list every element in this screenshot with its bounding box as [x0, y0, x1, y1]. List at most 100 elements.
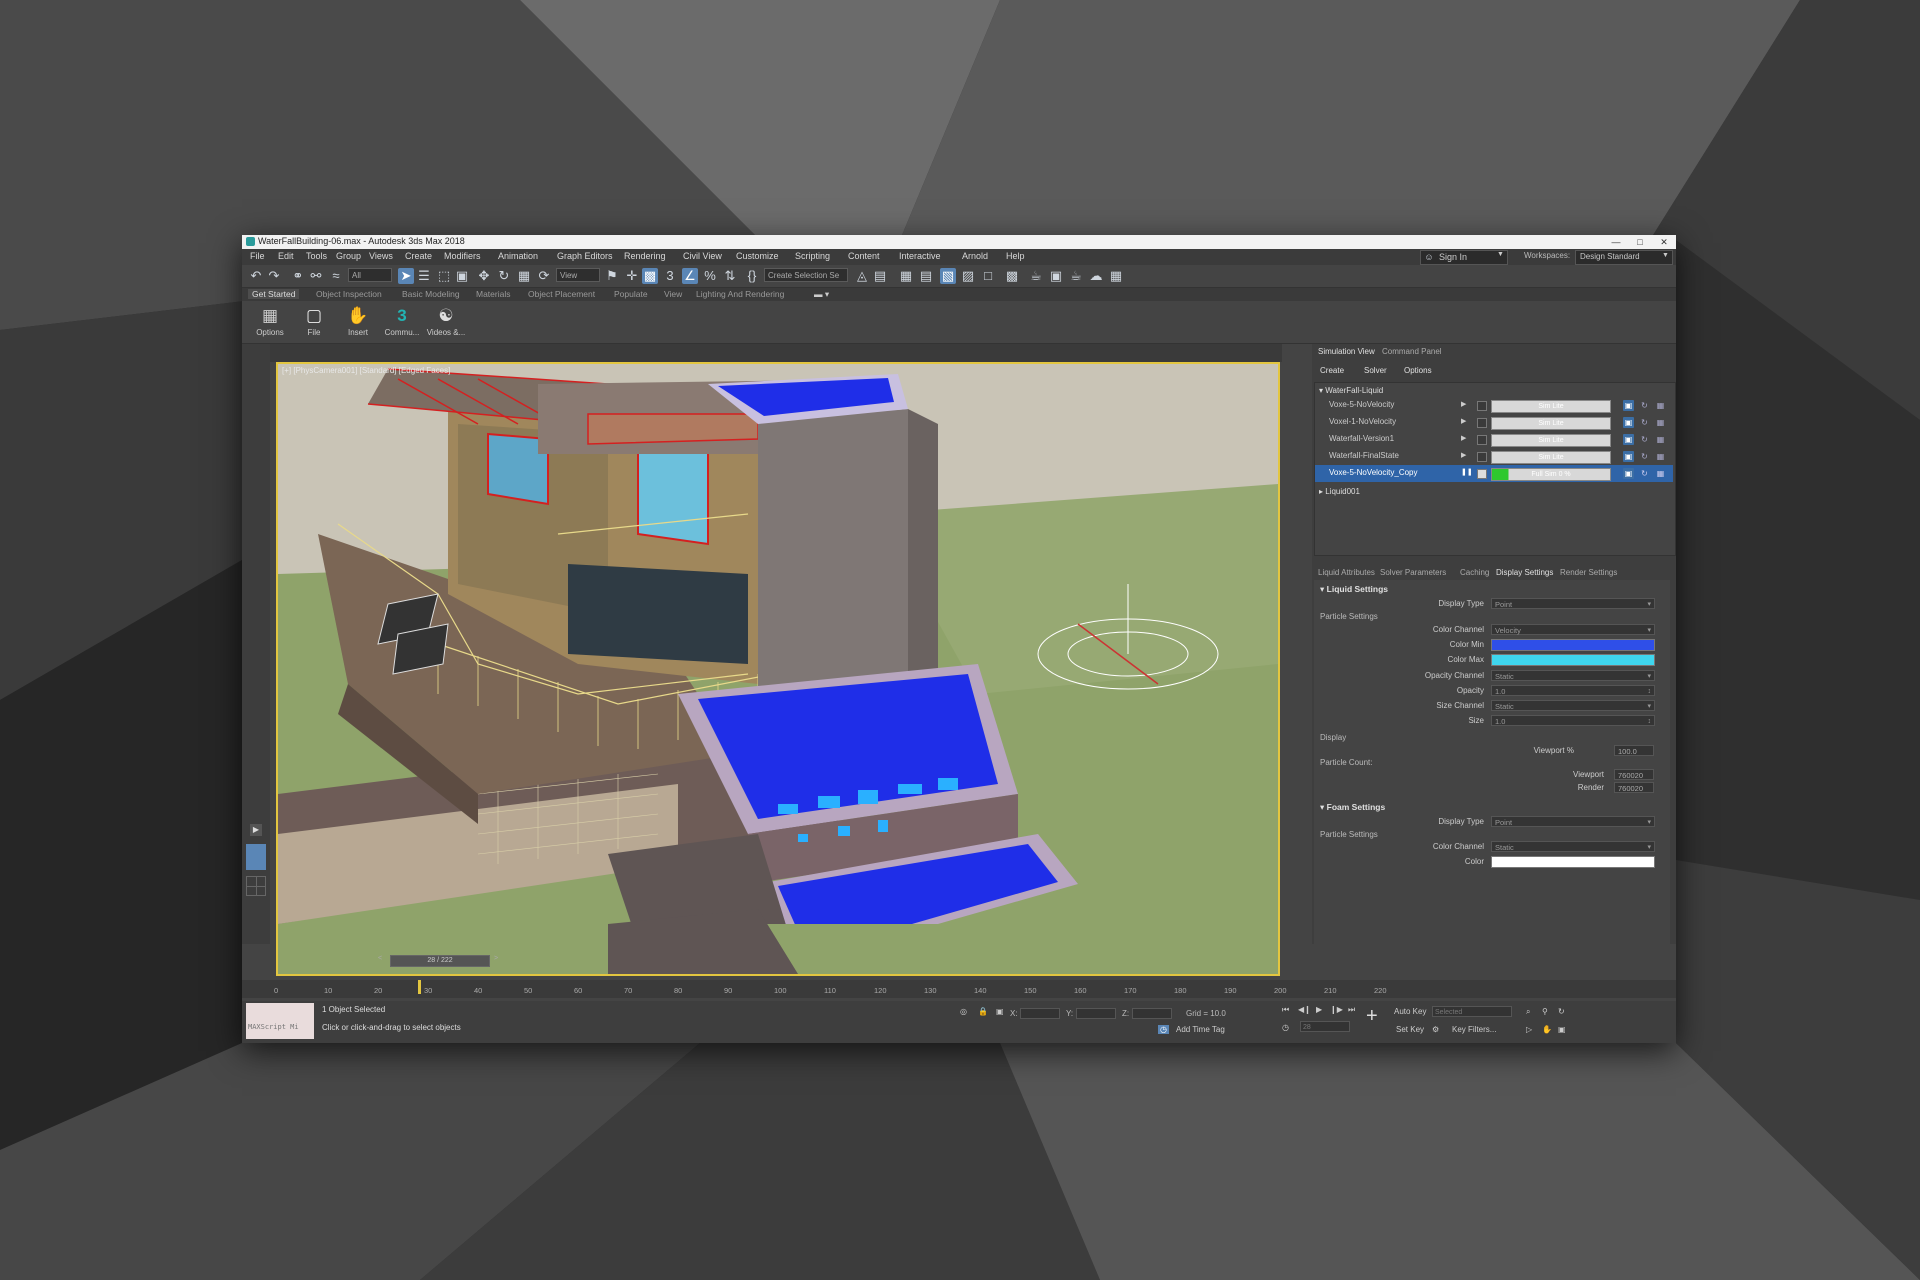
sign-in-dropdown[interactable]: ☺ Sign In ▼ [1420, 250, 1508, 265]
sim-item-checkbox[interactable] [1477, 435, 1487, 445]
select-manipulate-icon[interactable]: ✛ [624, 268, 640, 284]
tab-object-placement[interactable]: Object Placement [528, 289, 595, 299]
tab-solver[interactable]: Solver [1364, 366, 1387, 375]
color-min-swatch[interactable] [1491, 639, 1655, 651]
place-icon[interactable]: ⟳ [536, 268, 552, 284]
select-object-icon[interactable]: ➤ [398, 268, 414, 284]
absolute-mode-icon[interactable]: ▣ [996, 1007, 1004, 1016]
color-channel-select[interactable]: Velocity ▾ [1491, 624, 1655, 635]
lock-icon[interactable]: ▣ [1623, 417, 1634, 428]
refresh-icon[interactable]: ↻ [1639, 468, 1650, 479]
refresh-icon[interactable]: ↻ [1639, 417, 1650, 428]
menu-civil-view[interactable]: Civil View [683, 251, 722, 261]
rendered-frame-icon[interactable]: ▣ [1048, 268, 1064, 284]
play-icon[interactable]: ▶ [1461, 417, 1466, 425]
add-time-tag-button[interactable]: Add Time Tag [1176, 1025, 1225, 1034]
set-key-icon[interactable]: + [1366, 1005, 1378, 1028]
go-to-end-icon[interactable]: ⏭ [1348, 1005, 1355, 1015]
expand-layouts-icon[interactable]: ▶ [250, 824, 262, 836]
menu-content[interactable]: Content [848, 251, 880, 261]
tab-liquid-attributes[interactable]: Liquid Attributes [1318, 568, 1375, 577]
tab-create[interactable]: Create [1320, 366, 1344, 375]
render-setup-icon[interactable]: ☕ [1028, 268, 1044, 284]
percent-snap-icon[interactable]: % [702, 268, 718, 284]
options-button[interactable]: ▦ Options [250, 304, 290, 342]
menu-interactive[interactable]: Interactive [899, 251, 941, 261]
tab-materials[interactable]: Materials [476, 289, 510, 299]
y-coordinate-field[interactable] [1076, 1008, 1116, 1019]
videos-button[interactable]: ☯ Videos &... [426, 304, 466, 342]
time-slider[interactable]: 28 / 222 < > [270, 955, 1282, 967]
angle-snap-icon[interactable]: ∠ [682, 268, 698, 284]
current-frame-field[interactable]: 28 [1300, 1021, 1350, 1032]
z-coordinate-field[interactable] [1132, 1008, 1172, 1019]
menu-graph-editors[interactable]: Graph Editors [557, 251, 613, 261]
next-frame-icon[interactable]: > [494, 955, 498, 962]
auto-key-button[interactable]: Auto Key [1394, 1007, 1426, 1016]
menu-animation[interactable]: Animation [498, 251, 538, 261]
snaps-toggle-icon[interactable]: 3 [662, 268, 678, 284]
x-coordinate-field[interactable] [1020, 1008, 1060, 1019]
liquid-settings-header[interactable]: ▾ Liquid Settings [1320, 584, 1388, 595]
key-mode-select[interactable]: Selected [1432, 1006, 1512, 1017]
tree-group-waterfall-liquid[interactable]: ▾ WaterFall-Liquid [1319, 386, 1383, 395]
refresh-icon[interactable]: ↻ [1639, 400, 1650, 411]
maximize-viewport-icon[interactable]: ▣ [1558, 1025, 1566, 1034]
time-config-icon[interactable]: ◷ [1282, 1023, 1289, 1032]
layout-quad-icon[interactable] [246, 876, 266, 896]
pause-icon[interactable]: ❚❚ [1461, 468, 1473, 476]
time-slider-thumb[interactable]: 28 / 222 [390, 955, 490, 967]
settings-icon[interactable]: ▦ [1655, 434, 1666, 445]
foam-settings-header[interactable]: ▾ Foam Settings [1320, 802, 1385, 813]
link-icon[interactable]: ⚭ [290, 268, 306, 284]
size-spinner[interactable]: 1.0 ↕ [1491, 715, 1655, 726]
material-editor-icon[interactable]: ▩ [1004, 268, 1020, 284]
reference-coordinate-select[interactable]: View [556, 268, 600, 282]
menu-views[interactable]: Views [369, 251, 393, 261]
display-type-select[interactable]: Point ▾ [1491, 598, 1655, 609]
workspace-select[interactable]: Design Standard ▼ [1575, 250, 1673, 265]
play-icon[interactable]: ▶ [1461, 451, 1466, 459]
color-max-swatch[interactable] [1491, 654, 1655, 666]
menu-modifiers[interactable]: Modifiers [444, 251, 481, 261]
ribbon-toggle-icon[interactable]: ▧ [940, 268, 956, 284]
settings-icon[interactable]: ▦ [1655, 468, 1666, 479]
orbit-icon[interactable]: ↻ [1558, 1007, 1565, 1016]
tab-simulation-view[interactable]: Simulation View [1318, 347, 1375, 356]
scene-explorer-icon[interactable]: ▦ [898, 268, 914, 284]
set-key-button[interactable]: Set Key [1396, 1025, 1424, 1034]
named-selection-set-input[interactable]: Create Selection Se [764, 268, 848, 282]
undo-icon[interactable]: ↶ [248, 268, 264, 284]
tab-object-inspection[interactable]: Object Inspection [316, 289, 382, 299]
layout-single-icon[interactable] [246, 844, 266, 870]
rectangular-selection-icon[interactable]: ⬚ [436, 268, 452, 284]
move-icon[interactable]: ✥ [476, 268, 492, 284]
lock-selection-icon[interactable]: 🔒 [978, 1007, 988, 1016]
pivot-icon[interactable]: ⚑ [604, 268, 620, 284]
key-filter-icon[interactable]: ⚙ [1432, 1025, 1439, 1034]
field-of-view-icon[interactable]: ▷ [1526, 1025, 1532, 1034]
rotate-icon[interactable]: ↻ [496, 268, 512, 284]
maximize-icon[interactable]: □ [1628, 235, 1652, 249]
menu-edit[interactable]: Edit [278, 251, 294, 261]
opacity-spinner[interactable]: 1.0 ↕ [1491, 685, 1655, 696]
file-button[interactable]: ▢ File [294, 304, 334, 342]
curve-editor-icon[interactable]: ▨ [960, 268, 976, 284]
next-frame-icon[interactable]: ❙▶ [1330, 1005, 1343, 1014]
perspective-viewport[interactable]: [+] [PhysCamera001] [Standard] [Edged Fa… [276, 362, 1280, 976]
lock-icon[interactable]: ▣ [1623, 434, 1634, 445]
foam-display-type-select[interactable]: Point ▾ [1491, 816, 1655, 827]
sim-list-item[interactable]: Waterfall-Version1 ▶ Sim Lite ▣ ↻ ▦ [1315, 431, 1673, 448]
prev-frame-icon[interactable]: < [378, 955, 382, 962]
sim-list-item[interactable]: Waterfall-FinalState ▶ Sim Lite ▣ ↻ ▦ [1315, 448, 1673, 465]
tab-get-started[interactable]: Get Started [248, 289, 300, 299]
timeline-track[interactable]: 0 10 20 30 40 50 60 70 80 90 100 110 120 130 140 150 160… [242, 980, 1676, 998]
tree-group-liquid001[interactable]: ▸ Liquid001 [1319, 487, 1360, 496]
zoom-all-icon[interactable]: ⚲ [1542, 1007, 1548, 1016]
render-production-icon[interactable]: ☕ [1068, 268, 1084, 284]
play-icon[interactable]: ▶ [1461, 434, 1466, 442]
tab-solver-parameters[interactable]: Solver Parameters [1380, 568, 1446, 577]
opacity-channel-select[interactable]: Static ▾ [1491, 670, 1655, 681]
settings-icon[interactable]: ▦ [1655, 417, 1666, 428]
zoom-icon[interactable]: ⌕ [1526, 1007, 1530, 1017]
